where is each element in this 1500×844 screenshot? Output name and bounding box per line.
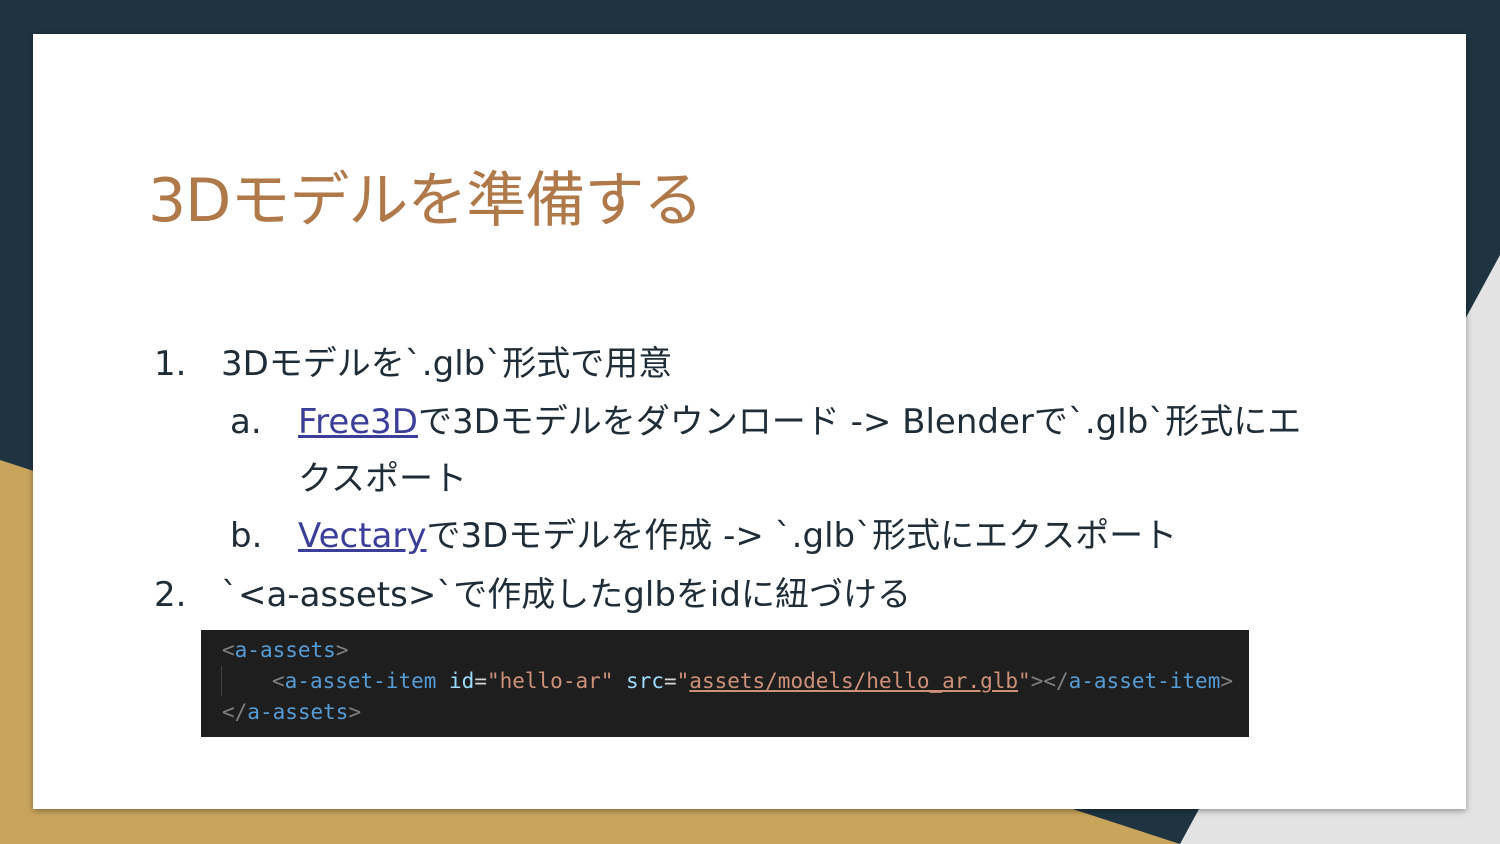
indent-guide — [221, 666, 222, 696]
code-line-2: <a-asset-item id="hello-ar" src="assets/… — [272, 666, 1233, 697]
code-string: " — [1018, 669, 1031, 693]
list-item-a-text: で3Dモデルをダウンロード -> Blenderで`.glb`形式にエ — [417, 402, 1302, 442]
slide: 3Dモデルを準備する 1. 3Dモデルを`.glb`形式で用意 a. Free3… — [33, 34, 1466, 809]
code-string: "hello-ar" — [486, 669, 614, 693]
code-tag: a-asset-item — [1068, 669, 1221, 693]
code-punct: < — [222, 638, 235, 662]
list-marker-b: b. — [230, 516, 263, 556]
code-eq: = — [474, 669, 487, 693]
list-item-b: Vectaryで3Dモデルを作成 -> `.glb`形式にエクスポート — [298, 516, 1177, 557]
code-tag: a-assets — [247, 700, 349, 724]
code-punct: ></ — [1030, 669, 1069, 693]
list-item-1: 3Dモデルを`.glb`形式で用意 — [221, 344, 673, 384]
code-punct: < — [272, 669, 285, 693]
code-punct: > — [1220, 669, 1233, 693]
list-item-b-text: で3Dモデルを作成 -> `.glb`形式にエクスポート — [426, 516, 1178, 556]
code-tag: a-asset-item — [284, 669, 437, 693]
code-punct: > — [348, 700, 362, 724]
free3d-link[interactable]: Free3D — [298, 402, 418, 442]
list-marker-a: a. — [230, 402, 262, 442]
code-attr: id — [436, 669, 475, 693]
list-item-a-continuation: クスポート — [298, 459, 467, 499]
code-string: " — [676, 669, 690, 693]
code-attr: src — [613, 669, 664, 693]
code-line-3: </a-assets> — [222, 697, 361, 728]
list-item-2: `<a-assets>`で作成したglbをidに紐づける — [221, 575, 911, 615]
code-tag: a-assets — [234, 638, 336, 662]
code-eq: = — [663, 669, 677, 693]
code-url-link[interactable]: assets/models/hello_ar.glb — [689, 669, 1018, 693]
code-punct: > — [335, 638, 349, 662]
list-marker-2: 2. — [154, 575, 187, 615]
code-line-1: <a-assets> — [222, 635, 348, 666]
code-punct: </ — [222, 700, 248, 724]
code-block: <a-assets> <a-asset-item id="hello-ar" s… — [201, 630, 1249, 737]
list-item-a: Free3Dで3Dモデルをダウンロード -> Blenderで`.glb`形式に… — [298, 402, 1301, 443]
vectary-link[interactable]: Vectary — [298, 516, 427, 556]
list-marker-1: 1. — [154, 344, 187, 384]
